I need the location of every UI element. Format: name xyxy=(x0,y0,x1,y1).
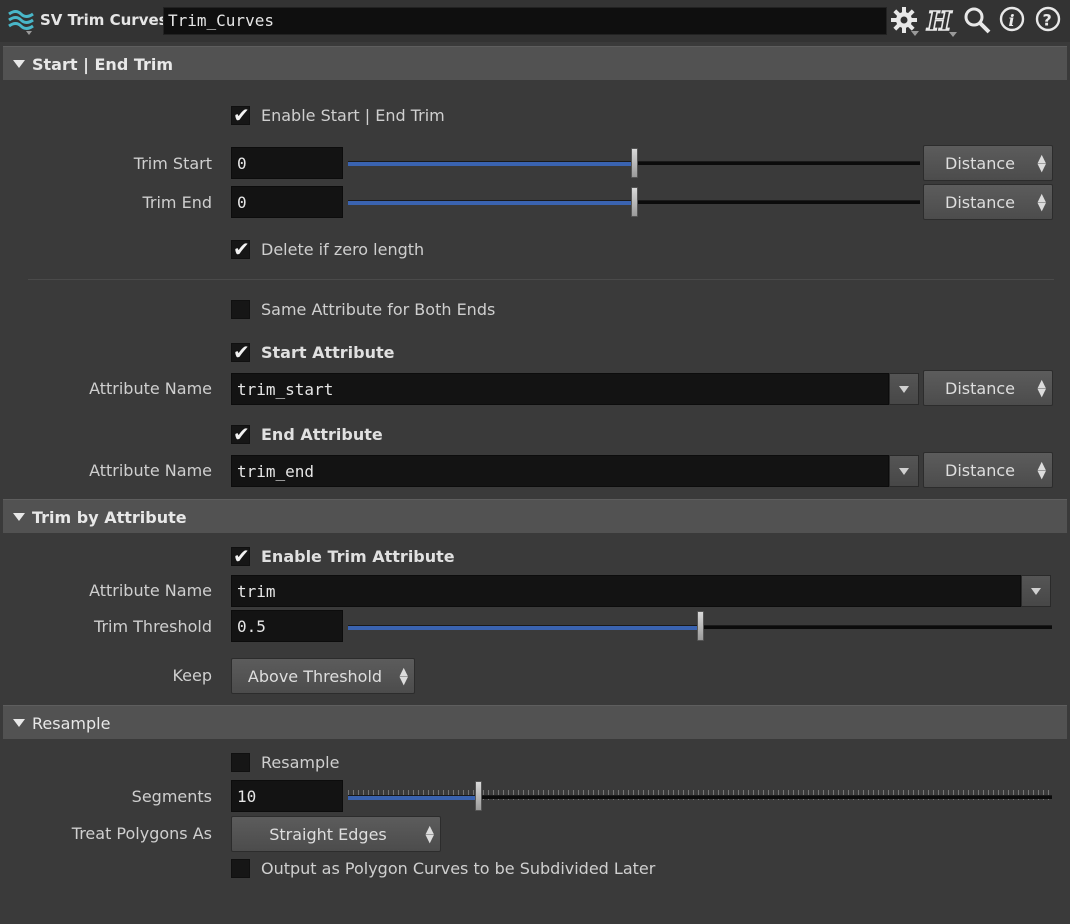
menu-value: Above Threshold xyxy=(247,667,383,686)
slider-fill xyxy=(348,626,700,630)
collapse-arrow-icon[interactable] xyxy=(13,60,25,68)
start-attribute-mode-menu[interactable]: Distance ▲ ▼ xyxy=(923,370,1053,406)
updown-arrows-icon: ▲ ▼ xyxy=(1037,459,1046,481)
output-polygon-curves-checkbox[interactable] xyxy=(231,859,250,878)
parameter-header: SV Trim Curves Trim_Curves H i ? xyxy=(0,0,1070,42)
menu-value: Straight Edges xyxy=(269,825,387,844)
trim-start-slider-handle[interactable] xyxy=(631,148,638,178)
end-attribute-mode-menu[interactable]: Distance ▲ ▼ xyxy=(923,452,1053,488)
segments-slider[interactable] xyxy=(348,795,1052,800)
treat-polygons-menu[interactable]: Straight Edges ▲ ▼ xyxy=(231,816,441,852)
checkmark-icon: ✔ xyxy=(233,340,250,364)
segments-label: Segments xyxy=(131,787,212,806)
svg-text:H: H xyxy=(926,7,953,37)
menu-value: Distance xyxy=(945,379,1015,398)
trim-start-label: Trim Start xyxy=(133,154,212,173)
updown-arrows-icon: ▲ ▼ xyxy=(399,665,408,687)
enable-trim-attribute-label: Enable Trim Attribute xyxy=(261,547,455,566)
delete-zero-length-label: Delete if zero length xyxy=(261,240,425,259)
info-icon[interactable]: i xyxy=(998,5,1028,35)
trim-attribute-dropdown[interactable] xyxy=(1021,575,1051,607)
trim-end-slider-handle[interactable] xyxy=(631,187,638,217)
gear-icon[interactable] xyxy=(889,5,919,36)
svg-text:i: i xyxy=(1009,11,1015,30)
trim-start-field[interactable]: 0 xyxy=(231,147,343,179)
trim-start-mode-menu[interactable]: Distance ▲ ▼ xyxy=(923,145,1053,181)
checkmark-icon: ✔ xyxy=(233,237,250,261)
trim-threshold-field[interactable]: 0.5 xyxy=(231,610,343,642)
updown-arrows-icon: ▲ ▼ xyxy=(1037,377,1046,399)
trim-attribute-name-label: Attribute Name xyxy=(89,581,212,600)
svg-text:?: ? xyxy=(1043,11,1052,30)
node-type-icon[interactable] xyxy=(6,8,36,36)
end-attribute-name-label: Attribute Name xyxy=(89,461,212,480)
same-attribute-label: Same Attribute for Both Ends xyxy=(261,300,496,319)
collapse-arrow-icon[interactable] xyxy=(13,513,25,521)
node-type-label: SV Trim Curves xyxy=(40,11,168,29)
search-icon[interactable] xyxy=(962,5,992,35)
node-name-field[interactable]: Trim_Curves xyxy=(163,7,887,35)
updown-arrows-icon: ▲ ▼ xyxy=(1037,152,1046,174)
keep-menu[interactable]: Above Threshold ▲ ▼ xyxy=(231,658,415,694)
resample-checkbox[interactable] xyxy=(231,753,250,772)
output-polygon-curves-label: Output as Polygon Curves to be Subdivide… xyxy=(261,859,656,878)
trim-threshold-slider-handle[interactable] xyxy=(697,611,704,641)
updown-arrows-icon: ▲ ▼ xyxy=(1037,191,1046,213)
menu-value: Distance xyxy=(945,193,1015,212)
section-title: Trim by Attribute xyxy=(32,508,187,527)
section-title: Resample xyxy=(32,714,111,733)
chevron-down-icon xyxy=(899,386,909,393)
segments-slider-handle[interactable] xyxy=(475,781,482,811)
slider-fill xyxy=(348,201,634,205)
section-resample[interactable]: Resample xyxy=(3,705,1067,739)
start-attribute-label: Start Attribute xyxy=(261,343,395,362)
collapse-arrow-icon[interactable] xyxy=(13,719,25,727)
same-attribute-checkbox[interactable] xyxy=(231,300,250,319)
trim-attribute-name-field[interactable]: trim xyxy=(231,575,1021,607)
checkmark-icon: ✔ xyxy=(233,422,250,446)
houdini-h-icon[interactable]: H xyxy=(925,5,957,38)
trim-end-label: Trim End xyxy=(142,193,212,212)
enable-start-end-checkbox[interactable]: ✔ xyxy=(231,103,250,127)
divider xyxy=(28,279,1054,280)
end-attribute-name-field[interactable]: trim_end xyxy=(231,455,889,487)
menu-value: Distance xyxy=(945,461,1015,480)
chevron-down-icon xyxy=(899,468,909,475)
chevron-down-icon xyxy=(1031,588,1041,595)
updown-arrows-icon: ▲ ▼ xyxy=(425,823,434,845)
enable-start-end-label: Enable Start | End Trim xyxy=(261,106,445,125)
end-attribute-dropdown[interactable] xyxy=(889,455,919,487)
start-attribute-name-label: Attribute Name xyxy=(89,379,212,398)
resample-label: Resample xyxy=(261,753,340,772)
trim-end-mode-menu[interactable]: Distance ▲ ▼ xyxy=(923,184,1053,220)
section-start-end-trim[interactable]: Start | End Trim xyxy=(3,46,1067,80)
section-title: Start | End Trim xyxy=(32,55,174,74)
trim-end-field[interactable]: 0 xyxy=(231,186,343,218)
start-attribute-checkbox[interactable]: ✔ xyxy=(231,340,250,364)
treat-polygons-label: Treat Polygons As xyxy=(71,824,212,843)
start-attribute-dropdown[interactable] xyxy=(889,373,919,405)
slider-fill xyxy=(348,162,634,166)
menu-value: Distance xyxy=(945,154,1015,173)
enable-trim-attribute-checkbox[interactable]: ✔ xyxy=(231,544,250,568)
end-attribute-checkbox[interactable]: ✔ xyxy=(231,422,250,446)
start-attribute-name-field[interactable]: trim_start xyxy=(231,373,889,405)
delete-zero-length-checkbox[interactable]: ✔ xyxy=(231,237,250,261)
section-trim-by-attribute[interactable]: Trim by Attribute xyxy=(3,499,1067,533)
segments-field[interactable]: 10 xyxy=(231,780,343,812)
end-attribute-label: End Attribute xyxy=(261,425,383,444)
checkmark-icon: ✔ xyxy=(233,544,250,568)
keep-label: Keep xyxy=(172,666,212,685)
trim-threshold-label: Trim Threshold xyxy=(94,617,212,636)
slider-fill xyxy=(348,796,476,800)
help-icon[interactable]: ? xyxy=(1034,5,1064,35)
checkmark-icon: ✔ xyxy=(233,103,250,127)
